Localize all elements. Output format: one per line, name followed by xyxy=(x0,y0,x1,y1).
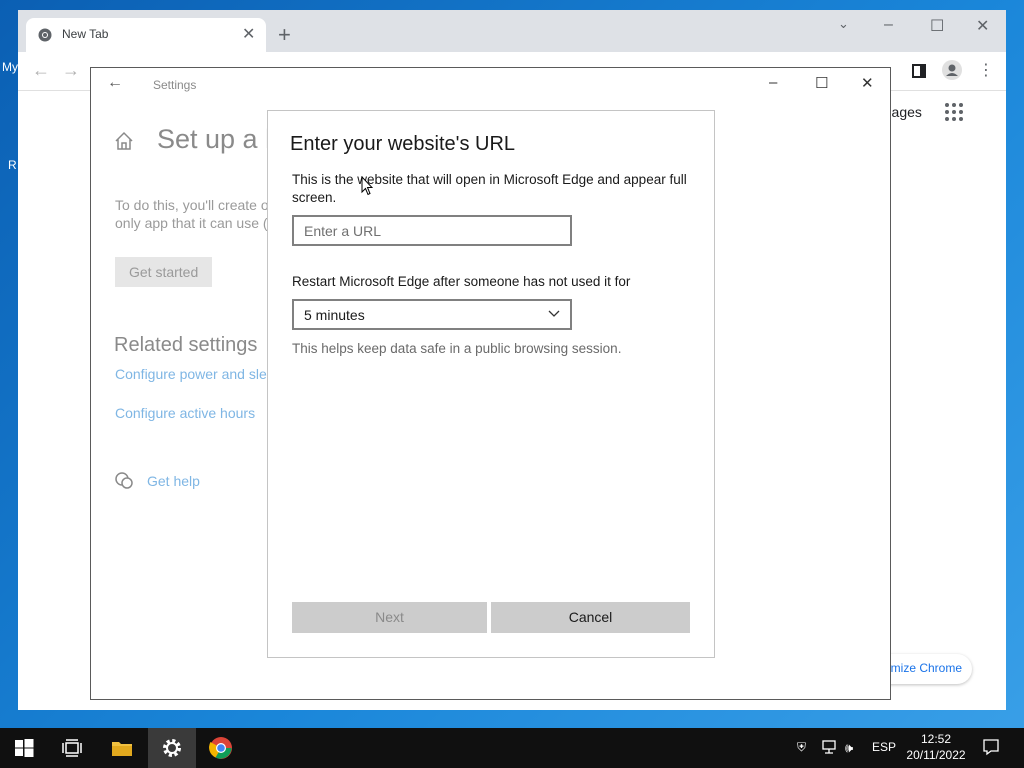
clock-time: 12:52 xyxy=(920,732,952,746)
maximize-icon[interactable]: ☐ xyxy=(930,16,944,36)
profile-avatar-icon[interactable] xyxy=(942,60,962,80)
desktop-icon-label[interactable]: R xyxy=(8,158,17,172)
close-icon[interactable]: ✕ xyxy=(861,74,874,92)
configure-active-hours-link[interactable]: Configure active hours xyxy=(115,405,255,421)
back-icon[interactable]: ← xyxy=(32,60,50,81)
maximize-icon[interactable]: ☐ xyxy=(815,74,828,92)
related-settings-heading: Related settings xyxy=(114,334,258,356)
network-icon[interactable] xyxy=(821,740,837,754)
close-icon[interactable]: ✕ xyxy=(976,16,989,36)
cancel-button[interactable]: Cancel xyxy=(491,602,690,633)
menu-icon[interactable]: ⋮ xyxy=(978,60,994,80)
customize-chrome-label: omize Chrome xyxy=(884,661,963,675)
settings-gear-icon xyxy=(163,739,181,757)
task-view-icon[interactable] xyxy=(60,736,84,760)
tab-title: New Tab xyxy=(62,27,109,41)
back-icon[interactable]: ← xyxy=(107,74,123,92)
side-panel-icon[interactable] xyxy=(912,64,926,78)
next-button[interactable]: Next xyxy=(292,602,487,633)
help-text: This helps keep data safe in a public br… xyxy=(292,341,622,356)
language-indicator[interactable]: ESP xyxy=(872,740,896,754)
restart-label: Restart Microsoft Edge after someone has… xyxy=(292,274,631,289)
taskbar: ⛨ 🕪 ESP 12:52 20/11/2022 xyxy=(0,728,1024,768)
restart-timeout-select[interactable]: 5 minutes xyxy=(292,299,572,330)
get-help-link[interactable]: Get help xyxy=(147,473,200,489)
apps-grid-icon[interactable] xyxy=(944,102,964,122)
description-line: To do this, you'll create o xyxy=(115,197,269,213)
chrome-tab-bar: New Tab ✕ + ⌄ – ☐ ✕ xyxy=(18,10,1006,52)
chrome-tab[interactable]: New Tab ✕ xyxy=(26,18,266,52)
minimize-icon[interactable]: – xyxy=(884,16,893,34)
new-tab-icon[interactable]: + xyxy=(278,24,291,46)
chevron-down-icon xyxy=(548,310,560,317)
help-icon xyxy=(115,472,133,489)
notifications-icon[interactable] xyxy=(982,738,1000,756)
chrome-tab-icon xyxy=(38,28,52,42)
window-title: Settings xyxy=(153,78,197,92)
configure-power-link[interactable]: Configure power and sle xyxy=(115,366,267,382)
tab-search-icon[interactable]: ⌄ xyxy=(838,16,849,32)
volume-icon[interactable]: 🕪 xyxy=(845,740,853,756)
dialog-title: Enter your website's URL xyxy=(290,133,516,155)
clock[interactable]: 12:52 20/11/2022 xyxy=(896,731,976,763)
forward-icon[interactable]: → xyxy=(62,60,80,81)
description-line: only app that it can use ( xyxy=(115,215,268,231)
taskbar-settings-active[interactable] xyxy=(148,728,196,768)
url-input[interactable] xyxy=(292,215,572,246)
select-value: 5 minutes xyxy=(304,307,365,323)
home-icon xyxy=(115,131,133,150)
windows-start-icon[interactable] xyxy=(12,736,36,760)
file-explorer-icon[interactable] xyxy=(110,736,134,760)
page-title: Set up a k xyxy=(157,124,279,154)
desktop-icon-label[interactable]: My xyxy=(2,60,18,74)
clock-date: 20/11/2022 xyxy=(906,748,966,762)
url-dialog: Enter your website's URL This is the web… xyxy=(267,110,715,658)
minimize-icon[interactable]: – xyxy=(769,74,777,91)
chrome-taskbar-icon[interactable] xyxy=(209,736,233,760)
get-started-button[interactable]: Get started xyxy=(115,257,212,287)
shield-icon[interactable]: ⛨ xyxy=(797,740,806,755)
mouse-cursor-icon xyxy=(361,176,373,196)
get-started-label: Get started xyxy=(129,264,199,280)
dialog-description: This is the website that will open in Mi… xyxy=(292,172,687,205)
tab-close-icon[interactable]: ✕ xyxy=(242,24,255,44)
page-description: To do this, you'll create o only app tha… xyxy=(115,196,269,232)
